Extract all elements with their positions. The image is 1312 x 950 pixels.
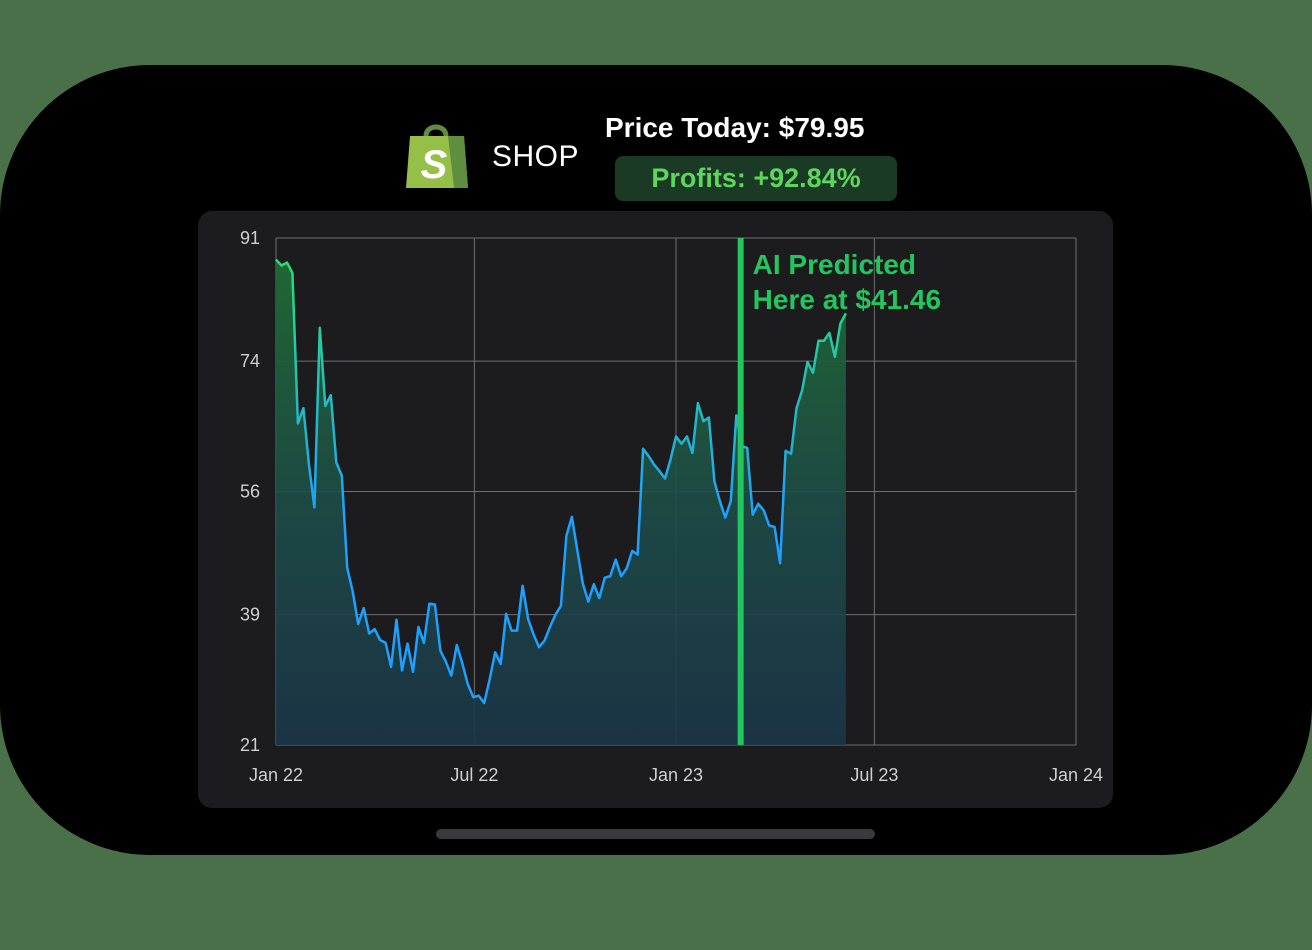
x-tick-label: Jul 22	[450, 765, 498, 785]
ticker-symbol: SHOP	[492, 140, 580, 173]
annotation-line-1: AI Predicted	[753, 249, 916, 280]
x-tick-label: Jan 24	[1049, 765, 1103, 785]
x-tick-label: Jan 22	[249, 765, 303, 785]
chart-area-fill	[276, 259, 846, 745]
y-tick-label: 91	[240, 228, 260, 248]
home-indicator	[436, 829, 875, 839]
chart-card: AI Predicted Here at $41.46 21 39 56 74 91 Jan…	[198, 211, 1113, 808]
x-tick-label: Jul 23	[850, 765, 898, 785]
shopify-bag-icon: S	[406, 124, 468, 188]
y-tick-label: 74	[240, 351, 260, 371]
price-chart[interactable]: AI Predicted Here at $41.46 21 39 56 74 91 Jan…	[198, 211, 1113, 808]
logo-letter: S	[421, 143, 448, 187]
y-tick-label: 56	[240, 482, 260, 502]
price-today: Price Today: $79.95	[605, 112, 865, 143]
y-tick-label: 39	[240, 605, 260, 625]
y-tick-label: 21	[240, 735, 260, 755]
annotation-line-2: Here at $41.46	[753, 284, 941, 315]
profit-badge: Profits: +92.84%	[615, 156, 897, 201]
header: S SHOP Price Today: $79.95 Profits: +92.…	[0, 0, 1312, 210]
x-tick-label: Jan 23	[649, 765, 703, 785]
profit-text: Profits: +92.84%	[651, 163, 861, 193]
bag-handle	[423, 124, 449, 137]
